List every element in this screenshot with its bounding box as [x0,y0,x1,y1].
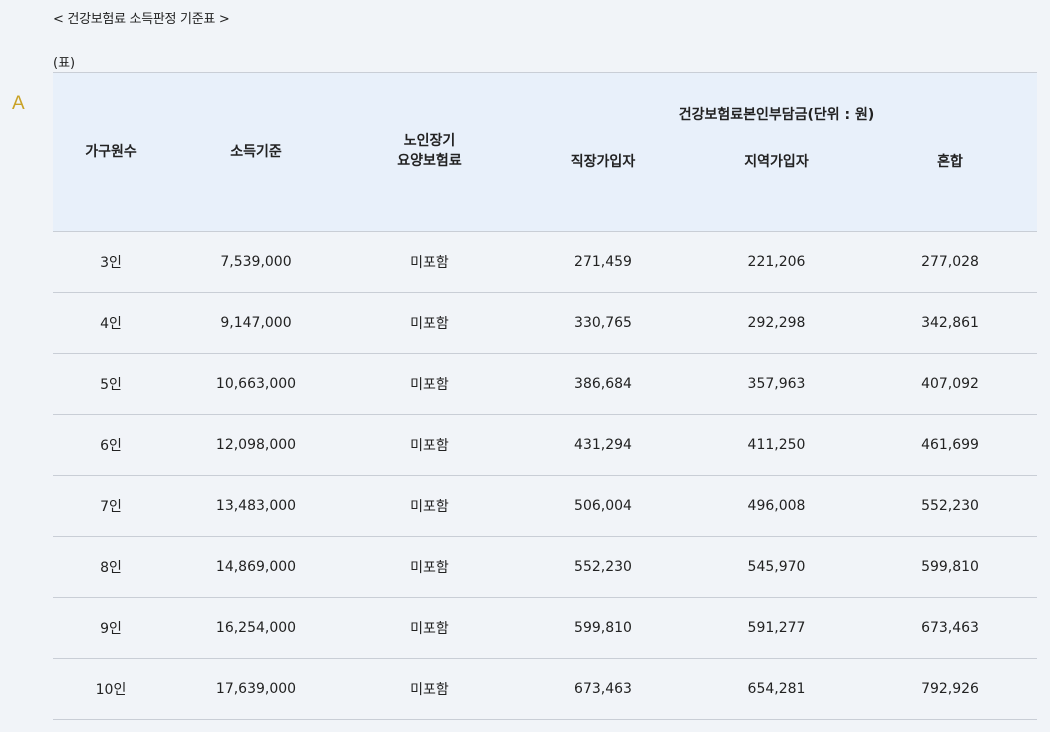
table-row: 9인 16,254,000 미포함 599,810 591,277 673,463 [53,597,1038,659]
cell-household: 3인 [53,231,169,293]
cell-regional: 654,281 [690,658,863,720]
cell-regional: 545,970 [690,536,863,598]
cell-ltc: 미포함 [343,292,516,354]
cell-household: 10인 [53,658,169,720]
cell-ltc: 미포함 [343,414,516,476]
cell-income: 14,869,000 [169,536,343,598]
table-row: 7인 13,483,000 미포함 506,004 496,008 552,230 [53,475,1038,537]
income-criteria-table: 가구원수 소득기준 노인장기 요양보험료 건강보험료본인부담금(단위 : 원) … [53,72,1038,720]
header-income: 소득기준 [169,72,343,232]
header-regional: 지역가입자 [690,132,863,232]
table-header: 가구원수 소득기준 노인장기 요양보험료 건강보험료본인부담금(단위 : 원) … [53,72,1038,232]
cell-mixed: 792,926 [863,658,1038,720]
section-marker: A [12,93,25,114]
cell-income: 17,639,000 [169,658,343,720]
cell-employee: 552,230 [516,536,690,598]
table-body: 3인 7,539,000 미포함 271,459 221,206 277,028 4인 9,1… [53,231,1038,720]
table-row: 3인 7,539,000 미포함 271,459 221,206 277,028 [53,231,1038,293]
cell-income: 10,663,000 [169,353,343,415]
cell-mixed: 552,230 [863,475,1038,537]
cell-mixed: 342,861 [863,292,1038,354]
header-premium-group: 건강보험료본인부담금(단위 : 원) [516,72,1038,133]
cell-household: 7인 [53,475,169,537]
cell-ltc: 미포함 [343,658,516,720]
cell-regional: 591,277 [690,597,863,659]
cell-mixed: 599,810 [863,536,1038,598]
cell-ltc: 미포함 [343,231,516,293]
cell-employee: 673,463 [516,658,690,720]
cell-employee: 386,684 [516,353,690,415]
cell-employee: 431,294 [516,414,690,476]
table-label: (표) [53,56,76,71]
cell-income: 12,098,000 [169,414,343,476]
cell-ltc: 미포함 [343,353,516,415]
header-ltc-line1: 노인장기 [403,133,456,149]
cell-employee: 506,004 [516,475,690,537]
cell-regional: 496,008 [690,475,863,537]
cell-ltc: 미포함 [343,475,516,537]
cell-mixed: 461,699 [863,414,1038,476]
cell-income: 9,147,000 [169,292,343,354]
cell-employee: 599,810 [516,597,690,659]
cell-mixed: 277,028 [863,231,1038,293]
cell-household: 4인 [53,292,169,354]
cell-household: 6인 [53,414,169,476]
header-household: 가구원수 [53,72,169,232]
cell-household: 5인 [53,353,169,415]
cell-regional: 221,206 [690,231,863,293]
cell-regional: 357,963 [690,353,863,415]
header-employee: 직장가입자 [516,132,690,232]
cell-household: 8인 [53,536,169,598]
cell-regional: 411,250 [690,414,863,476]
cell-ltc: 미포함 [343,536,516,598]
cell-ltc: 미포함 [343,597,516,659]
header-mixed: 혼합 [863,132,1038,232]
cell-employee: 271,459 [516,231,690,293]
table-row: 4인 9,147,000 미포함 330,765 292,298 342,861 [53,292,1038,354]
cell-regional: 292,298 [690,292,863,354]
cell-employee: 330,765 [516,292,690,354]
cell-income: 16,254,000 [169,597,343,659]
cell-mixed: 673,463 [863,597,1038,659]
header-ltc: 노인장기 요양보험료 [343,72,516,232]
cell-household: 9인 [53,597,169,659]
cell-income: 7,539,000 [169,231,343,293]
table-caption: < 건강보험료 소득판정 기준표 > [53,12,230,27]
table-row: 5인 10,663,000 미포함 386,684 357,963 407,092 [53,353,1038,415]
table-row: 6인 12,098,000 미포함 431,294 411,250 461,699 [53,414,1038,476]
table-row: 8인 14,869,000 미포함 552,230 545,970 599,810 [53,536,1038,598]
table-row: 10인 17,639,000 미포함 673,463 654,281 792,926 [53,658,1038,720]
cell-mixed: 407,092 [863,353,1038,415]
income-criteria-table-container: 가구원수 소득기준 노인장기 요양보험료 건강보험료본인부담금(단위 : 원) … [53,72,1038,720]
cell-income: 13,483,000 [169,475,343,537]
header-ltc-line2: 요양보험료 [397,153,462,169]
